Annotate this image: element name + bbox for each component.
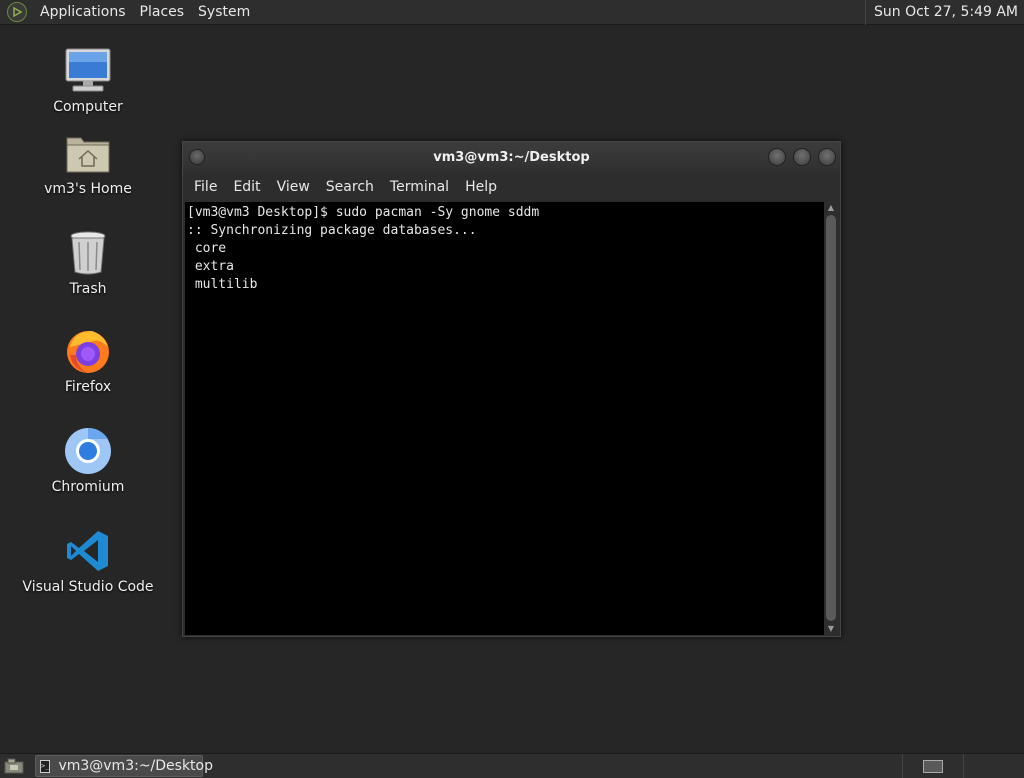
terminal-output: [vm3@vm3 Desktop]$ sudo pacman -Sy gnome… xyxy=(187,205,540,292)
firefox-icon xyxy=(62,325,114,377)
window-menu-button[interactable] xyxy=(189,149,205,165)
places-menu[interactable]: Places xyxy=(133,4,192,20)
show-desktop-icon[interactable] xyxy=(3,757,25,775)
terminal-menubar: File Edit View Search Terminal Help xyxy=(183,173,840,201)
scroll-thumb[interactable] xyxy=(826,215,836,621)
menu-search[interactable]: Search xyxy=(318,179,382,195)
workspace-1-preview xyxy=(923,759,943,773)
menu-help[interactable]: Help xyxy=(457,179,505,195)
panel-clock[interactable]: Sun Oct 27, 5:49 AM xyxy=(865,0,1024,25)
terminal-scrollbar[interactable]: ▲ ▼ xyxy=(824,202,838,635)
terminal-output-area[interactable]: [vm3@vm3 Desktop]$ sudo pacman -Sy gnome… xyxy=(185,202,826,635)
menu-file[interactable]: File xyxy=(186,179,225,195)
menu-edit[interactable]: Edit xyxy=(225,179,268,195)
task-label: vm3@vm3:~/Desktop xyxy=(58,758,213,774)
window-title: vm3@vm3:~/Desktop xyxy=(433,150,590,165)
trash-icon xyxy=(62,227,114,279)
desktop-icon-label: Trash xyxy=(69,281,107,297)
menu-view[interactable]: View xyxy=(269,179,318,195)
desktop-icon-chromium[interactable]: Chromium xyxy=(18,425,158,495)
home-folder-icon xyxy=(62,127,114,179)
terminal-icon: >_ xyxy=(40,759,51,773)
desktop-icon-computer[interactable]: Computer xyxy=(18,45,158,115)
close-button[interactable] xyxy=(818,148,836,166)
desktop-icon-label: Firefox xyxy=(64,379,112,395)
vscode-icon xyxy=(62,525,114,577)
workspace-1[interactable] xyxy=(902,754,963,778)
workspace-2[interactable] xyxy=(963,754,1024,778)
bottom-panel: >_ vm3@vm3:~/Desktop xyxy=(0,753,1024,778)
system-menu[interactable]: System xyxy=(191,4,257,20)
workspace-2-preview xyxy=(984,760,1004,773)
maximize-button[interactable] xyxy=(793,148,811,166)
desktop-icon-home[interactable]: vm3's Home xyxy=(18,127,158,197)
desktop-icon-label: Computer xyxy=(53,99,123,115)
desktop-icon-label: vm3's Home xyxy=(44,181,132,197)
workspace-switcher xyxy=(902,754,1024,778)
menu-terminal[interactable]: Terminal xyxy=(382,179,457,195)
scroll-up-arrow-icon[interactable]: ▲ xyxy=(826,203,836,213)
computer-icon xyxy=(62,45,114,97)
taskbar-terminal-button[interactable]: >_ vm3@vm3:~/Desktop xyxy=(35,755,213,777)
window-controls xyxy=(768,148,836,166)
desktop-icon-label: Visual Studio Code xyxy=(22,579,154,595)
distro-logo-icon[interactable] xyxy=(7,2,27,22)
desktop-icon-label: Chromium xyxy=(51,479,125,495)
desktop-icon-firefox[interactable]: Firefox xyxy=(18,325,158,395)
minimize-button[interactable] xyxy=(768,148,786,166)
scroll-down-arrow-icon[interactable]: ▼ xyxy=(826,624,836,634)
desktop-icon-trash[interactable]: Trash xyxy=(18,227,158,297)
chromium-icon xyxy=(62,425,114,477)
desktop-icon-vscode[interactable]: Visual Studio Code xyxy=(18,525,158,595)
window-titlebar[interactable]: vm3@vm3:~/Desktop xyxy=(183,142,840,173)
terminal-window[interactable]: vm3@vm3:~/Desktop File Edit View Search … xyxy=(182,141,841,637)
applications-menu[interactable]: Applications xyxy=(33,4,133,20)
top-panel: Applications Places System Sun Oct 27, 5… xyxy=(0,0,1024,25)
